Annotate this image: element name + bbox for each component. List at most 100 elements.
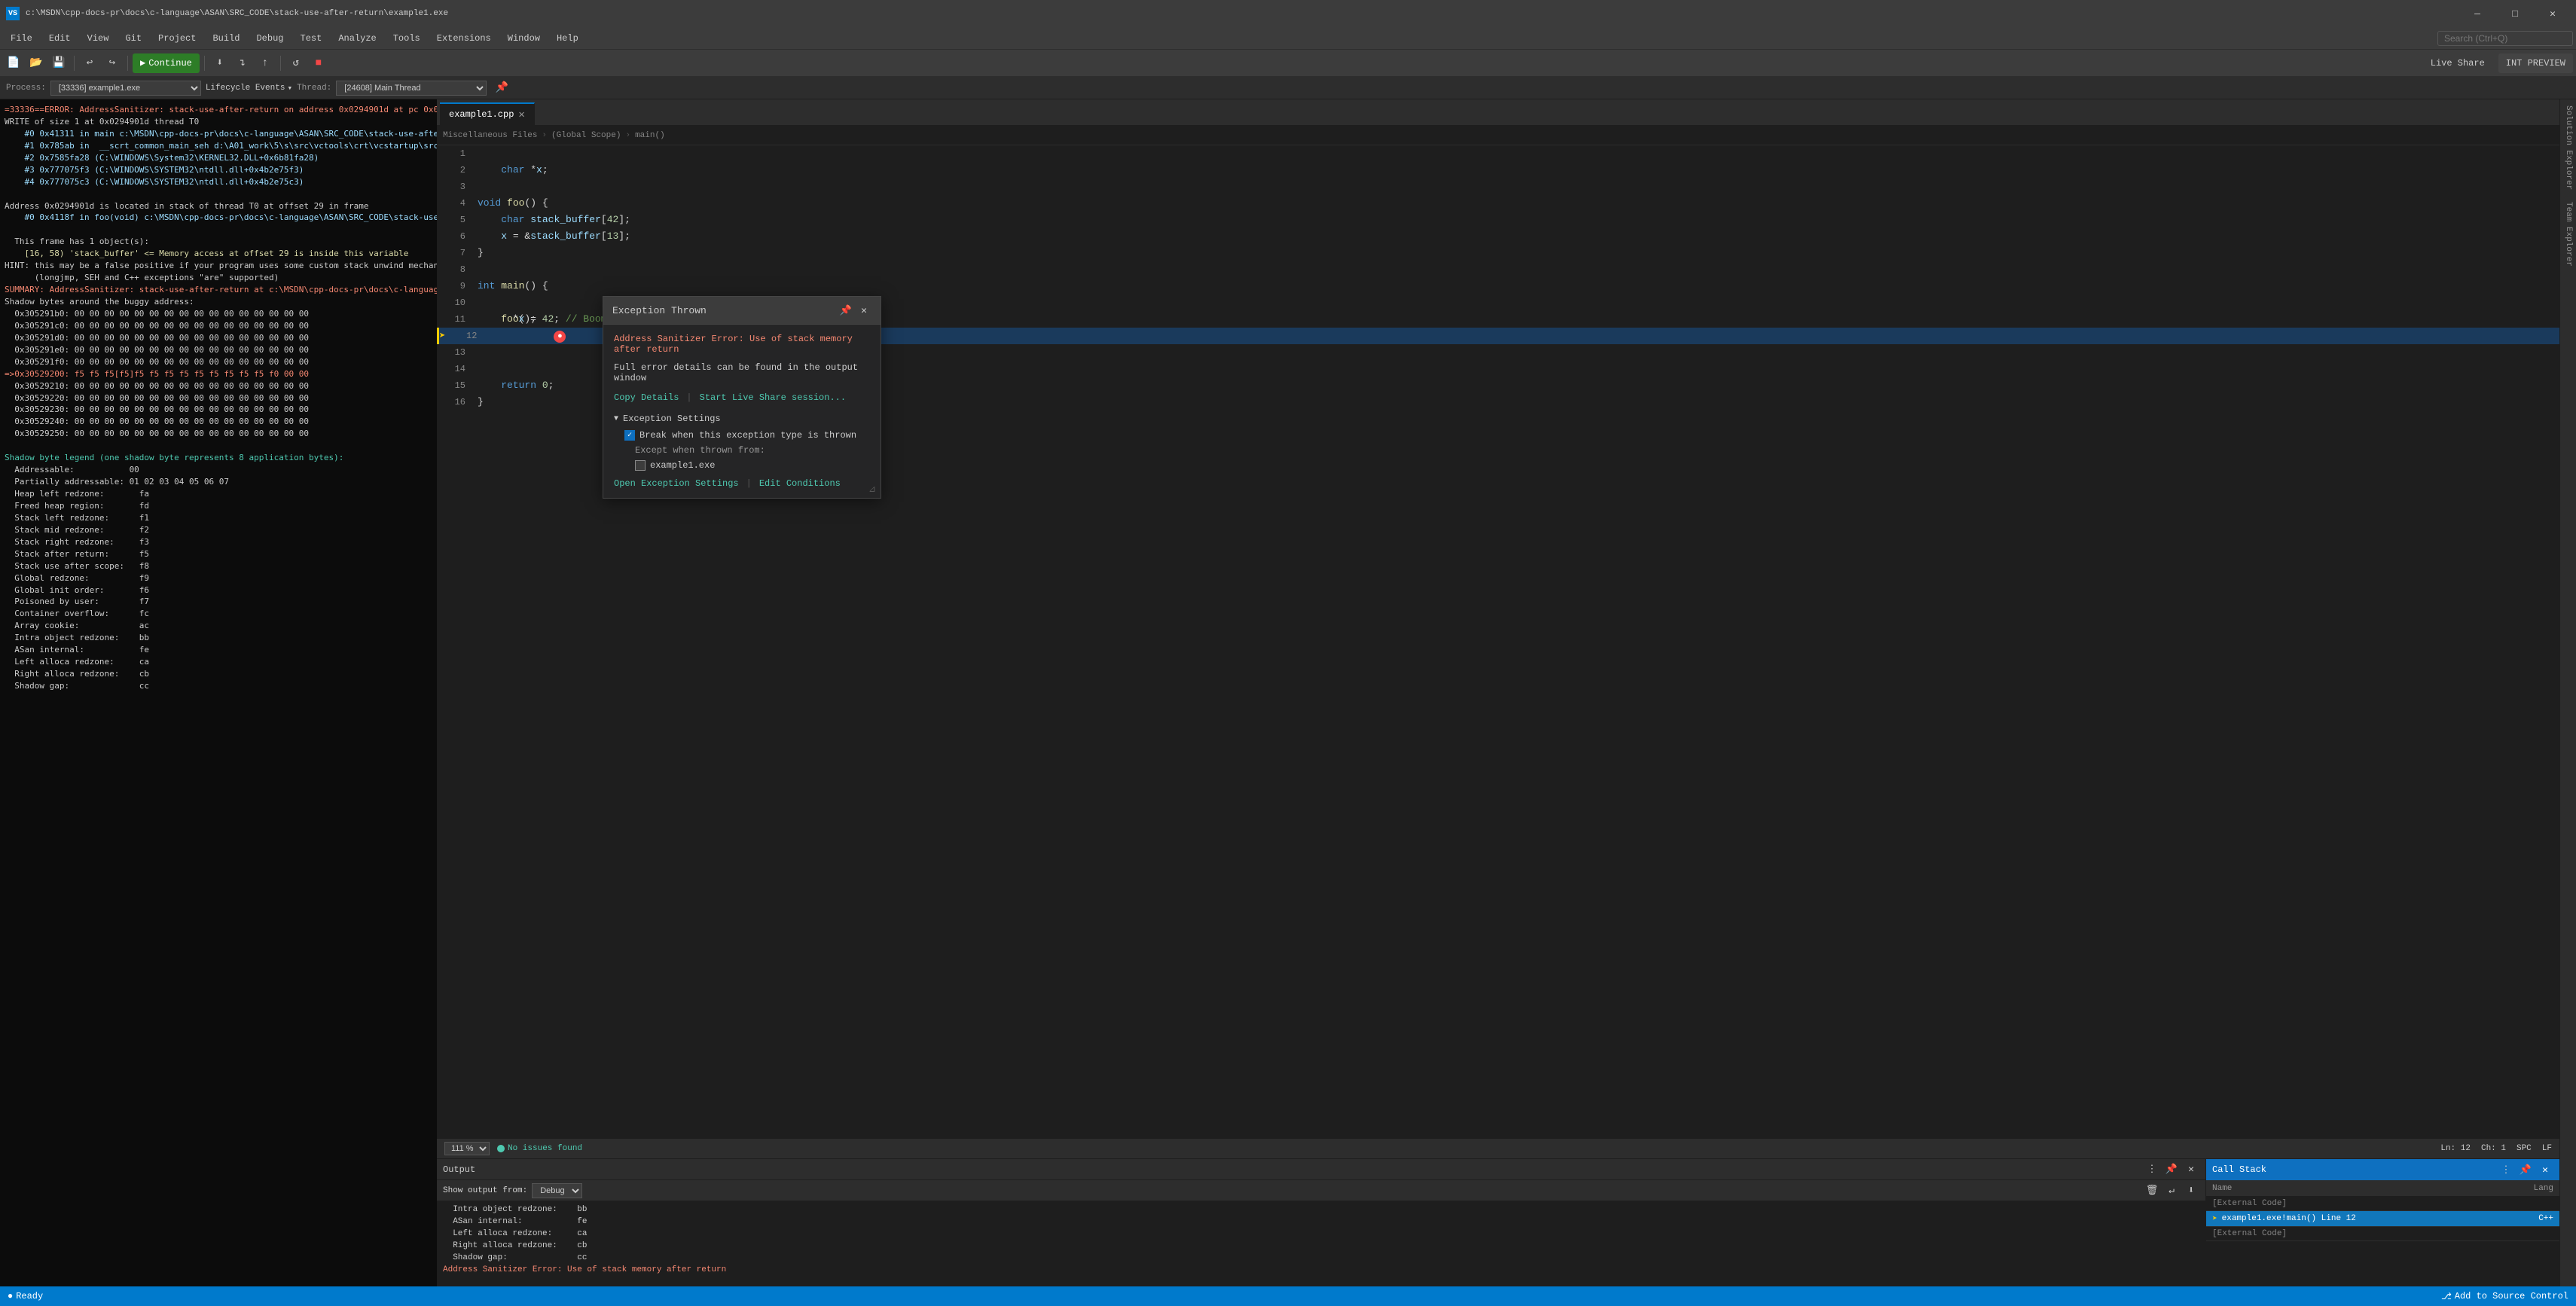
exception-close-button[interactable]: ✕ xyxy=(856,303,871,318)
terminal-line: 0x30529240: 00 00 00 00 00 00 00 00 00 0… xyxy=(5,416,432,428)
callstack-row[interactable]: [External Code] xyxy=(2206,1197,2559,1211)
terminal-line: [16, 58) 'stack_buffer' <= Memory access… xyxy=(5,248,432,260)
footer-lf-info: LF xyxy=(2542,1144,2552,1153)
maximize-button[interactable]: □ xyxy=(2498,2,2532,25)
menu-extensions[interactable]: Extensions xyxy=(429,30,499,47)
lifecycle-events-button[interactable]: Lifecycle Events ▾ xyxy=(206,83,292,93)
tab-close-icon[interactable]: ✕ xyxy=(518,108,524,121)
terminal-line: #0 0x41311 in main c:\MSDN\cpp-docs-pr\d… xyxy=(5,128,432,140)
search-input[interactable] xyxy=(2437,31,2573,46)
resize-handle-icon[interactable]: ⊿ xyxy=(868,484,876,495)
menu-test[interactable]: Test xyxy=(293,30,330,47)
menu-build[interactable]: Build xyxy=(205,30,247,47)
terminal-line: Array cookie: ac xyxy=(5,620,432,632)
output-pin-button[interactable]: 📌 xyxy=(2163,1162,2180,1177)
terminal-line: This frame has 1 object(s): xyxy=(5,236,432,248)
output-options-button[interactable]: ⋮ xyxy=(2144,1162,2160,1177)
output-source-select[interactable]: Debug xyxy=(532,1183,582,1198)
menu-debug[interactable]: Debug xyxy=(249,30,291,47)
except-when-thrown-row: Except when thrown from: xyxy=(635,445,870,456)
terminal-line: Poisoned by user: f7 xyxy=(5,596,432,608)
sidebar-item-team-explorer[interactable]: Team Explorer xyxy=(2560,196,2576,273)
break-when-thrown-checkbox[interactable]: ✓ xyxy=(624,430,635,441)
terminal-line: ASan internal: fe xyxy=(5,644,432,656)
close-button[interactable]: ✕ xyxy=(2535,2,2570,25)
live-share-button[interactable]: Live Share xyxy=(2423,53,2492,73)
minimize-button[interactable]: — xyxy=(2460,2,2495,25)
live-share-link[interactable]: Start Live Share session... xyxy=(700,392,846,403)
source-control-status[interactable]: ⎇ Add to Source Control xyxy=(2441,1291,2568,1302)
terminal-line: 0x30529220: 00 00 00 00 00 00 00 00 00 0… xyxy=(5,392,432,404)
restart-button[interactable]: ↺ xyxy=(285,53,307,73)
terminal-line: #4 0x777075c3 (C:\WINDOWS\SYSTEM32\ntdll… xyxy=(5,176,432,188)
menu-edit[interactable]: Edit xyxy=(41,30,78,47)
output-toolbar: Show output from: Debug 🗑 ↵ ⬇ xyxy=(437,1180,2205,1201)
output-clear-button[interactable]: 🗑 xyxy=(2144,1183,2160,1198)
menu-tools[interactable]: Tools xyxy=(386,30,428,47)
process-dropdown[interactable]: [33336] example1.exe xyxy=(50,81,201,96)
example1-exe-row: example1.exe xyxy=(635,460,870,471)
copy-details-link[interactable]: Copy Details xyxy=(614,392,679,403)
callstack-options-button[interactable]: ⋮ xyxy=(2498,1162,2514,1177)
pin-thread-button[interactable]: 📌 xyxy=(491,78,512,98)
editor-area: example1.cpp ✕ Miscellaneous Files › (Gl… xyxy=(437,99,2559,1286)
callstack-row[interactable]: [External Code] xyxy=(2206,1227,2559,1241)
new-file-button[interactable]: 📄 xyxy=(3,53,24,73)
exception-pin-button[interactable]: 📌 xyxy=(838,303,853,318)
output-content[interactable]: Intra object redzone: bb ASan internal: … xyxy=(437,1201,2205,1286)
sidebar-item-solution-explorer[interactable]: Solution Explorer xyxy=(2560,99,2576,196)
debug-arrow-icon: ➤ xyxy=(439,330,448,343)
editor-scroll[interactable]: 1 2 char *x; 3 4 void foo() { 5 ch xyxy=(437,145,2559,1139)
continue-button[interactable]: ▶ Continue xyxy=(133,53,200,73)
output-scroll-button[interactable]: ⬇ xyxy=(2183,1183,2199,1198)
output-panel: Output ⋮ 📌 ✕ Show output from: Debug 🗑 ↵ xyxy=(437,1159,2205,1286)
breadcrumb-scope[interactable]: Miscellaneous Files xyxy=(443,131,537,140)
exception-controls: 📌 ✕ xyxy=(838,303,871,318)
issues-dot-icon xyxy=(497,1145,505,1152)
callstack-row-active[interactable]: ➤ example1.exe!main() Line 12 C++ xyxy=(2206,1211,2559,1227)
output-line: Intra object redzone: bb xyxy=(443,1204,2199,1216)
editor-tabs: example1.cpp ✕ xyxy=(437,99,2559,126)
example1-exe-checkbox[interactable] xyxy=(635,460,646,471)
toolbar-separator-1 xyxy=(74,56,75,71)
output-wrap-button[interactable]: ↵ xyxy=(2163,1183,2180,1198)
terminal-line: (longjmp, SEH and C++ exceptions "are" s… xyxy=(5,272,432,284)
thread-dropdown[interactable]: [24608] Main Thread xyxy=(336,81,487,96)
undo-button[interactable]: ↩ xyxy=(79,53,100,73)
tab-example1-cpp[interactable]: example1.cpp ✕ xyxy=(440,102,535,125)
stop-button[interactable]: ■ xyxy=(308,53,329,73)
callstack-pin-button[interactable]: 📌 xyxy=(2517,1162,2534,1177)
exception-settings-header: ▼ Exception Settings xyxy=(614,413,870,424)
save-button[interactable]: 💾 xyxy=(48,53,69,73)
callstack-close-button[interactable]: ✕ xyxy=(2537,1162,2553,1177)
menu-view[interactable]: View xyxy=(80,30,117,47)
step-into-button[interactable]: ↴ xyxy=(232,53,253,73)
terminal-line: WRITE of size 1 at 0x0294901d thread T0 xyxy=(5,116,432,128)
menu-window[interactable]: Window xyxy=(500,30,548,47)
example1-exe-label: example1.exe xyxy=(650,460,715,471)
callstack-row-name: example1.exe!main() Line 12 xyxy=(2222,1214,2508,1223)
menu-project[interactable]: Project xyxy=(151,30,203,47)
terminal-line: Shadow gap: cc xyxy=(5,680,432,692)
breadcrumb-global[interactable]: (Global Scope) xyxy=(551,131,621,140)
output-close-button[interactable]: ✕ xyxy=(2183,1162,2199,1177)
collapse-icon[interactable]: ▼ xyxy=(614,415,618,423)
exception-header: Exception Thrown 📌 ✕ xyxy=(603,297,881,325)
menu-git[interactable]: Git xyxy=(118,30,149,47)
terminal-panel[interactable]: =33336==ERROR: AddressSanitizer: stack-u… xyxy=(0,99,437,1286)
menu-analyze[interactable]: Analyze xyxy=(331,30,383,47)
open-exception-settings-link[interactable]: Open Exception Settings xyxy=(614,478,739,489)
redo-button[interactable]: ↪ xyxy=(102,53,123,73)
edit-conditions-link[interactable]: Edit Conditions xyxy=(759,478,841,489)
int-preview-button[interactable]: INT PREVIEW xyxy=(2498,53,2573,73)
open-folder-button[interactable]: 📂 xyxy=(26,53,47,73)
menu-help[interactable]: Help xyxy=(549,30,586,47)
zoom-select[interactable]: 111 % xyxy=(444,1142,490,1155)
menu-file[interactable]: File xyxy=(3,30,40,47)
callstack-col-name: Name xyxy=(2212,1184,2508,1193)
step-out-button[interactable]: ↑ xyxy=(255,53,276,73)
callstack-content[interactable]: [External Code] ➤ example1.exe!main() Li… xyxy=(2206,1197,2559,1286)
code-line-3: 3 xyxy=(437,179,2559,195)
step-over-button[interactable]: ⬇ xyxy=(209,53,230,73)
breadcrumb-fn[interactable]: main() xyxy=(635,131,665,140)
